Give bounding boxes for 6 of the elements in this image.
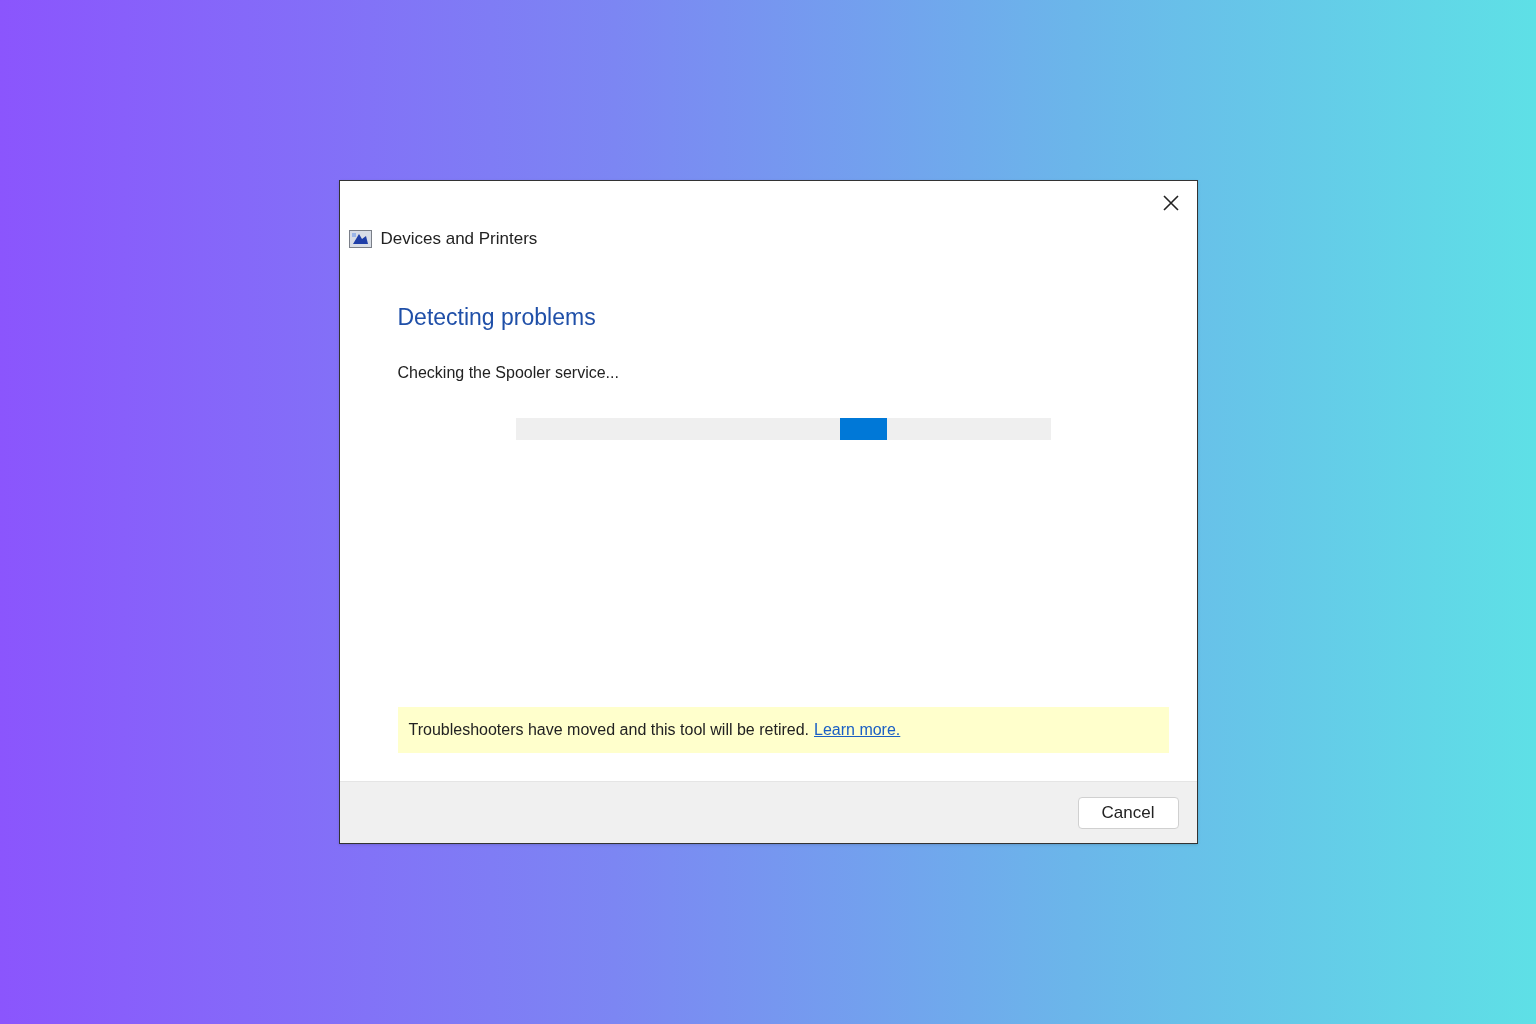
window-title: Devices and Printers [380, 228, 538, 250]
cancel-button[interactable]: Cancel [1077, 796, 1179, 829]
notice-text: Troubleshooters have moved and this tool will be retired. [408, 720, 809, 740]
learn-more-link[interactable]: Learn more. [814, 718, 901, 742]
dialog-heading: Detecting problems [397, 302, 597, 332]
status-text: Checking the Spooler service... [397, 363, 620, 383]
